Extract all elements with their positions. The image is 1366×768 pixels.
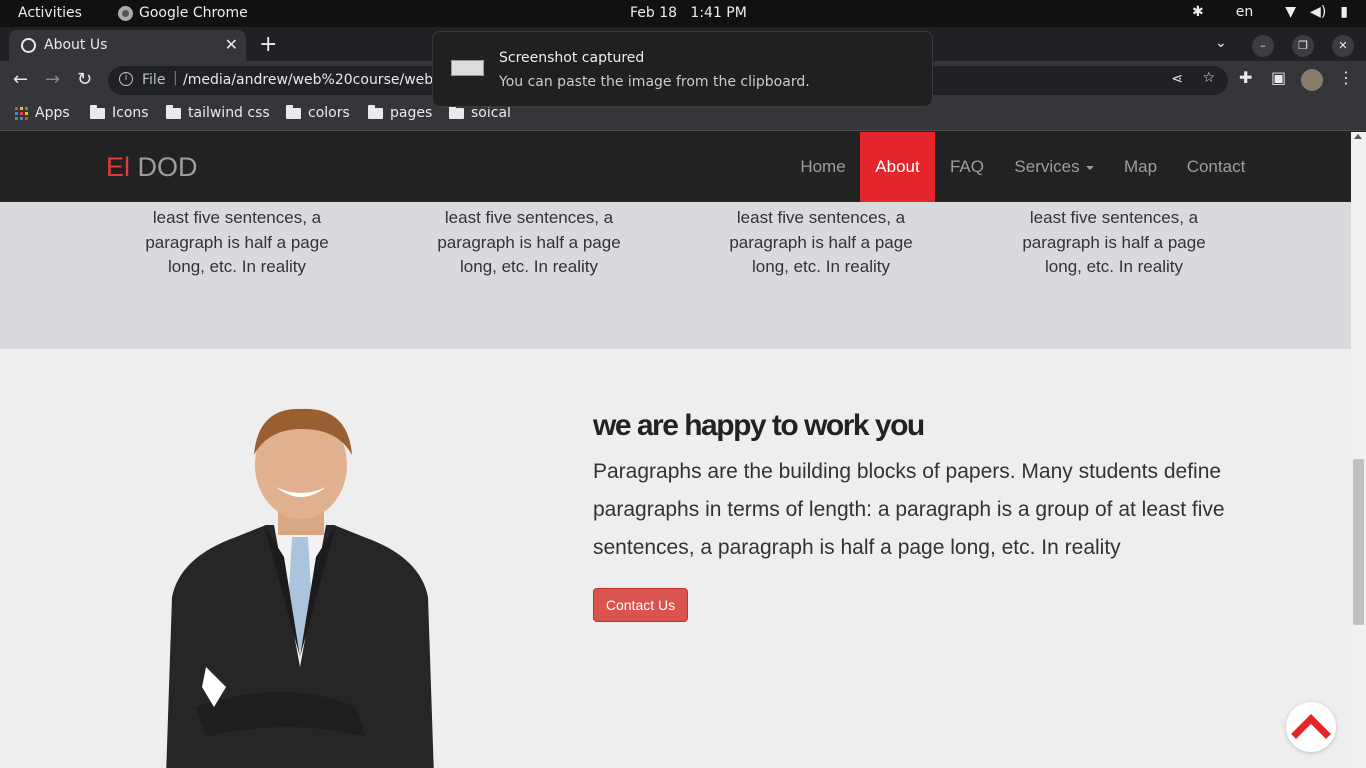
bookmark-folder-icons[interactable]: Icons <box>90 104 149 121</box>
slack-icon[interactable]: ✱ <box>1192 4 1204 20</box>
folder-icon <box>90 104 105 119</box>
caret-down-icon <box>1085 165 1094 170</box>
close-window-button[interactable]: ✕ <box>1332 35 1354 57</box>
tab-search-chevron-icon[interactable]: ⌄ <box>1215 35 1227 51</box>
date-label: Feb 18 <box>630 5 678 21</box>
bookmark-label: soical <box>471 105 511 121</box>
tab-close-icon[interactable]: ✕ <box>225 35 238 54</box>
clock[interactable]: Feb 18 1:41 PM <box>630 5 747 21</box>
activities-button[interactable]: Activities <box>18 5 82 21</box>
page-viewport: El DOD Home About FAQ Services Map Conta… <box>0 132 1366 768</box>
notification-body: You can paste the image from the clipboa… <box>499 74 810 90</box>
reload-icon[interactable]: ↻ <box>77 69 92 90</box>
scrollbar-thumb[interactable] <box>1353 459 1364 625</box>
app-name-label: Google Chrome <box>139 5 248 21</box>
bookmark-label: Apps <box>35 105 70 121</box>
bookmark-label: colors <box>308 105 350 121</box>
businessman-photo <box>166 408 434 768</box>
keyboard-layout[interactable]: en <box>1236 4 1254 20</box>
scroll-to-top-button[interactable] <box>1286 702 1336 752</box>
globe-icon <box>21 38 36 53</box>
maximize-button[interactable]: ❐ <box>1292 35 1314 57</box>
app-menu[interactable]: Google Chrome <box>118 5 248 21</box>
contact-us-button[interactable]: Contact Us <box>593 588 688 622</box>
notification-title: Screenshot captured <box>499 50 645 66</box>
about-paragraph: Paragraphs are the building blocks of pa… <box>593 460 1225 559</box>
volume-icon[interactable]: ◀) <box>1310 4 1326 20</box>
chevron-up-icon <box>1291 714 1331 739</box>
bookmark-folder-pages[interactable]: pages <box>368 104 433 121</box>
site-logo[interactable]: El DOD <box>106 152 198 183</box>
bookmark-apps[interactable]: Apps <box>15 105 70 121</box>
feature-text: least five sentences, a paragraph is hal… <box>145 208 329 276</box>
apps-grid-icon <box>15 106 28 120</box>
nav-map[interactable]: Map <box>1109 132 1172 202</box>
bookmark-label: Icons <box>112 105 149 121</box>
nav-faq[interactable]: FAQ <box>935 132 999 202</box>
menu-kebab-icon[interactable]: ⋮ <box>1338 68 1354 87</box>
bookmark-folder-colors[interactable]: colors <box>286 104 350 121</box>
url-divider: | <box>173 70 178 86</box>
time-label: 1:41 PM <box>690 5 747 21</box>
bookmark-folder-tailwind[interactable]: tailwind css <box>166 104 270 121</box>
nav-services[interactable]: Services <box>999 132 1109 202</box>
url-text[interactable]: /media/andrew/web%20course/web/Pr <box>183 72 452 88</box>
bookmark-label: pages <box>390 105 433 121</box>
feature-text: least five sentences, a paragraph is hal… <box>729 208 913 276</box>
url-scheme: File <box>142 72 166 88</box>
features-section: least five sentences, a paragraph is hal… <box>0 202 1351 349</box>
battery-icon[interactable]: ▮ <box>1340 4 1348 20</box>
forward-arrow-icon[interactable]: → <box>45 69 60 90</box>
folder-icon <box>286 104 301 119</box>
profile-avatar[interactable] <box>1301 69 1323 91</box>
page-scrollbar[interactable] <box>1351 132 1366 768</box>
bookmark-star-icon[interactable]: ☆ <box>1202 70 1215 86</box>
brand-name: DOD <box>137 152 198 182</box>
brand-accent: El <box>106 152 131 182</box>
extensions-icon[interactable]: ✚ <box>1239 68 1252 87</box>
tab-title: About Us <box>44 37 108 53</box>
nav-contact[interactable]: Contact <box>1172 132 1260 202</box>
folder-icon <box>166 104 181 119</box>
feature-text: least five sentences, a paragraph is hal… <box>1022 208 1206 276</box>
wifi-icon[interactable]: ▼ <box>1285 4 1296 20</box>
bookmark-folder-soical[interactable]: soical <box>449 104 511 121</box>
nav-about[interactable]: About <box>860 132 935 202</box>
minimize-button[interactable]: – <box>1252 35 1274 57</box>
nav-home[interactable]: Home <box>786 132 860 202</box>
system-top-bar: Activities Google Chrome Feb 18 1:41 PM … <box>0 0 1366 27</box>
share-icon[interactable]: ⋖ <box>1171 71 1183 87</box>
bookmark-label: tailwind css <box>188 105 270 121</box>
side-panel-icon[interactable]: ▣ <box>1271 68 1286 87</box>
new-tab-button[interactable]: + <box>259 32 277 57</box>
system-tray[interactable]: ✱ en ▼ ◀) ▮ <box>1192 4 1348 20</box>
chrome-icon <box>118 5 133 21</box>
about-section: we are happy to work you Paragraphs are … <box>0 349 1351 768</box>
screenshot-thumbnail-icon <box>451 60 484 76</box>
scroll-up-arrow-icon[interactable] <box>1354 134 1362 139</box>
tab-about-us[interactable]: About Us ✕ <box>9 30 246 61</box>
back-arrow-icon[interactable]: ← <box>13 69 28 90</box>
folder-icon <box>368 104 383 119</box>
feature-text: least five sentences, a paragraph is hal… <box>437 208 621 276</box>
about-heading: we are happy to work you <box>593 409 925 442</box>
screenshot-notification[interactable]: Screenshot captured You can paste the im… <box>432 31 933 107</box>
site-navbar: El DOD Home About FAQ Services Map Conta… <box>0 132 1351 202</box>
folder-icon <box>449 104 464 119</box>
info-icon[interactable]: i <box>119 72 133 86</box>
nav-services-label: Services <box>1014 157 1080 176</box>
